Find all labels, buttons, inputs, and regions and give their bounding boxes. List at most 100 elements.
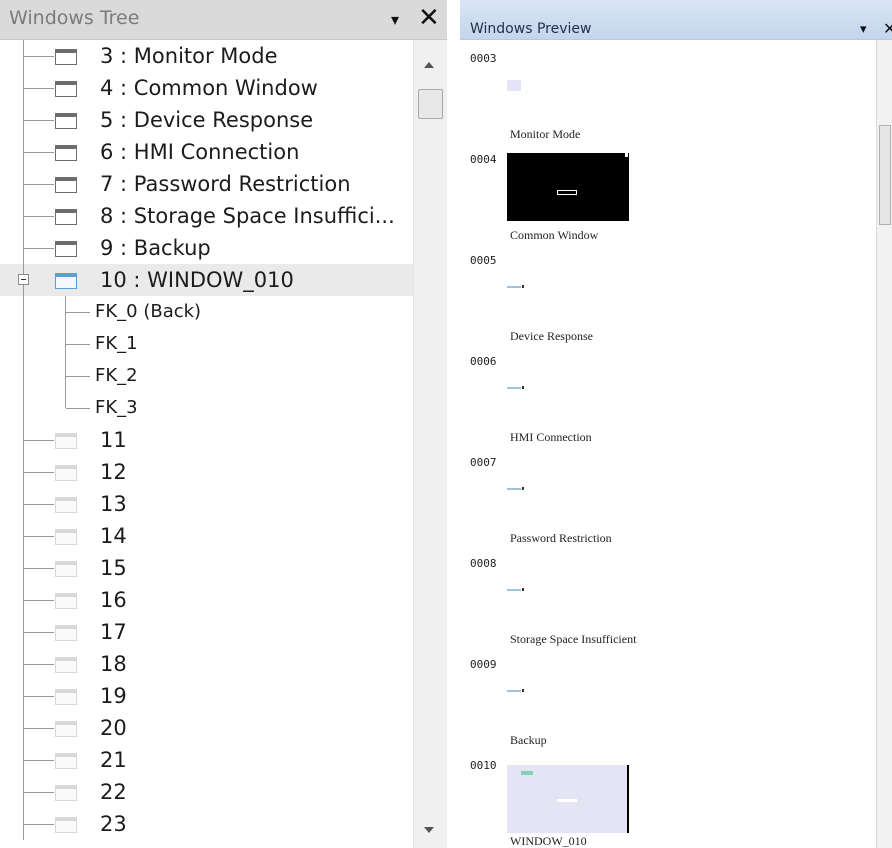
thumbnail-dot-shape bbox=[522, 588, 524, 591]
tree-item-label: 3 : Monitor Mode bbox=[100, 44, 278, 68]
tree-item-label: FK_3 bbox=[95, 397, 138, 418]
tree-item[interactable]: 21 bbox=[0, 744, 413, 776]
window-icon bbox=[55, 465, 77, 481]
tree-item-label: 8 : Storage Space Insuffici... bbox=[100, 204, 395, 228]
tree-connector-line bbox=[24, 664, 54, 665]
tree-item[interactable]: 4 : Common Window bbox=[0, 72, 413, 104]
panel-divider[interactable] bbox=[447, 0, 460, 848]
tree-connector-line bbox=[23, 296, 24, 328]
windows-preview-list: 0003 Monitor Mode 0004 Common Window 0005 Dev… bbox=[460, 40, 876, 848]
window-thumbnail[interactable] bbox=[507, 386, 525, 390]
thumbnail-bar-shape bbox=[507, 286, 521, 288]
windows-preview-header: Windows Preview ▾ ✕ bbox=[460, 0, 892, 40]
tree-connector-line bbox=[24, 600, 54, 601]
preview-window-name: Storage Space Insufficient bbox=[510, 632, 637, 646]
preview-close-icon[interactable]: ✕ bbox=[883, 19, 892, 38]
window-icon bbox=[55, 81, 77, 97]
windows-tree-title: Windows Tree bbox=[9, 7, 140, 29]
tree-connector-line bbox=[66, 344, 90, 345]
windows-tree-list: 3 : Monitor Mode 4 : Common Window 5 : Dev… bbox=[0, 40, 413, 848]
tree-item[interactable]: 17 bbox=[0, 616, 413, 648]
tree-item-label: 6 : HMI Connection bbox=[100, 140, 300, 164]
window-icon bbox=[55, 177, 77, 193]
thumbnail-dot-shape bbox=[522, 487, 524, 490]
window-icon bbox=[55, 561, 77, 577]
tree-close-icon[interactable]: ✕ bbox=[418, 3, 440, 33]
preview-window-name: HMI Connection bbox=[510, 430, 592, 444]
tree-child-item[interactable]: FK_2 bbox=[0, 360, 413, 392]
thumbnail-button-shape bbox=[557, 799, 577, 802]
tree-child-item[interactable]: FK_1 bbox=[0, 328, 413, 360]
tree-item[interactable]: 19 bbox=[0, 680, 413, 712]
window-thumbnail[interactable] bbox=[507, 765, 629, 833]
tree-item[interactable]: 12 bbox=[0, 456, 413, 488]
tree-item-label: 17 bbox=[100, 620, 127, 644]
window-icon bbox=[55, 209, 77, 225]
tree-item[interactable]: 3 : Monitor Mode bbox=[0, 40, 413, 72]
thumbnail-bar-shape bbox=[507, 387, 521, 389]
windows-tree-panel: Windows Tree ▾ ✕ 3 : Monitor Mode 4 : Com… bbox=[0, 0, 447, 848]
preview-scrollbar[interactable] bbox=[876, 40, 892, 848]
preview-window-name: WINDOW_010 bbox=[510, 834, 587, 848]
tree-item[interactable]: 22 bbox=[0, 776, 413, 808]
window-thumbnail[interactable] bbox=[507, 80, 521, 91]
preview-window-id: 0003 bbox=[470, 52, 497, 65]
tree-item-label: 16 bbox=[100, 588, 127, 612]
window-thumbnail[interactable] bbox=[507, 689, 525, 693]
tree-item-label: 18 bbox=[100, 652, 127, 676]
tree-item[interactable]: 10 : WINDOW_010 bbox=[0, 264, 413, 296]
tree-item[interactable]: 6 : HMI Connection bbox=[0, 136, 413, 168]
tree-dropdown-icon[interactable]: ▾ bbox=[391, 9, 399, 31]
window-thumbnail[interactable] bbox=[507, 285, 525, 289]
tree-connector-line bbox=[24, 728, 54, 729]
tree-item-label: FK_1 bbox=[95, 333, 138, 354]
tree-item[interactable]: 9 : Backup bbox=[0, 232, 413, 264]
tree-item-label: 11 bbox=[100, 428, 127, 452]
tree-connector-line bbox=[24, 696, 54, 697]
tree-item[interactable]: 16 bbox=[0, 584, 413, 616]
window-icon bbox=[55, 785, 77, 801]
window-thumbnail[interactable] bbox=[507, 153, 629, 221]
tree-item-label: 21 bbox=[100, 748, 127, 772]
tree-scrollbar[interactable] bbox=[413, 40, 447, 848]
tree-item[interactable]: 7 : Password Restriction bbox=[0, 168, 413, 200]
tree-connector-line bbox=[24, 568, 54, 569]
window-thumbnail[interactable] bbox=[507, 487, 525, 491]
collapse-toggle-icon[interactable] bbox=[18, 274, 29, 285]
window-icon bbox=[55, 817, 77, 833]
preview-window-name: Password Restriction bbox=[510, 531, 612, 545]
tree-item[interactable]: 13 bbox=[0, 488, 413, 520]
tree-item-label: 4 : Common Window bbox=[100, 76, 318, 100]
tree-item[interactable]: 15 bbox=[0, 552, 413, 584]
window-icon bbox=[55, 625, 77, 641]
tree-item[interactable]: 20 bbox=[0, 712, 413, 744]
window-thumbnail[interactable] bbox=[507, 588, 525, 592]
tree-item[interactable]: 5 : Device Response bbox=[0, 104, 413, 136]
window-icon bbox=[55, 721, 77, 737]
tree-item[interactable]: 8 : Storage Space Insuffici... bbox=[0, 200, 413, 232]
tree-child-item[interactable]: FK_3 bbox=[0, 392, 413, 424]
tree-item-label: 10 : WINDOW_010 bbox=[100, 268, 294, 292]
tree-item[interactable]: 18 bbox=[0, 648, 413, 680]
tree-item[interactable]: 23 bbox=[0, 808, 413, 840]
scroll-down-arrow-icon[interactable] bbox=[424, 827, 434, 833]
tree-connector-line bbox=[24, 440, 54, 441]
scroll-up-arrow-icon[interactable] bbox=[424, 62, 434, 68]
tree-item-label: 7 : Password Restriction bbox=[100, 172, 351, 196]
tree-connector-line bbox=[24, 536, 54, 537]
preview-window-name: Device Response bbox=[510, 329, 593, 343]
tree-item-label: 22 bbox=[100, 780, 127, 804]
preview-dropdown-icon[interactable]: ▾ bbox=[860, 22, 867, 37]
tree-item[interactable]: 14 bbox=[0, 520, 413, 552]
tree-connector-line bbox=[24, 824, 54, 825]
tree-connector-line bbox=[24, 248, 54, 249]
scrollbar-thumb[interactable] bbox=[879, 125, 891, 225]
tree-item[interactable]: 11 bbox=[0, 424, 413, 456]
tree-child-item[interactable]: FK_0 (Back) bbox=[0, 296, 413, 328]
thumbnail-green-shape bbox=[521, 771, 533, 775]
tree-connector-line bbox=[24, 152, 54, 153]
scrollbar-thumb[interactable] bbox=[418, 89, 443, 119]
tree-item-label: 23 bbox=[100, 812, 127, 836]
tree-connector-line bbox=[24, 504, 54, 505]
windows-preview-panel: Windows Preview ▾ ✕ 0003 Monitor Mode 0004… bbox=[460, 0, 892, 848]
